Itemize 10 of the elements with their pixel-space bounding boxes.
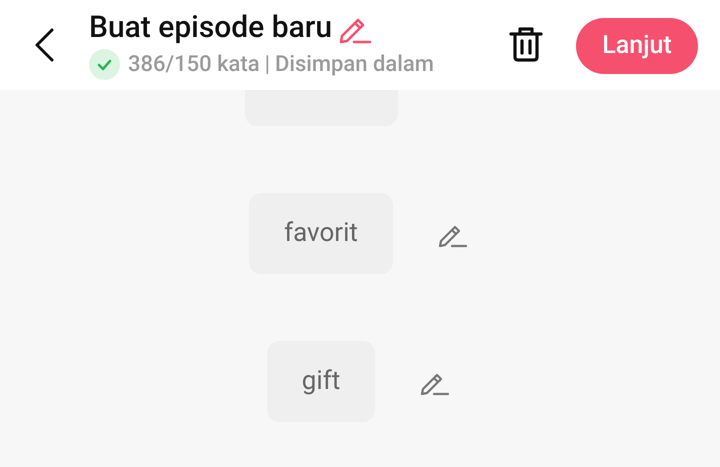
separator-text: | — [264, 50, 270, 78]
save-status: Disimpan dalam — [274, 50, 434, 78]
page-title: Buat episode baru — [89, 10, 332, 46]
word-count: 386/150 kata — [128, 50, 260, 78]
check-icon — [89, 48, 120, 80]
item-chip[interactable]: gift — [266, 341, 376, 422]
trash-icon[interactable] — [509, 26, 543, 62]
back-icon[interactable] — [33, 28, 55, 62]
item-chip[interactable]: favorit — [249, 193, 393, 274]
next-button[interactable]: Lanjut — [576, 18, 698, 74]
